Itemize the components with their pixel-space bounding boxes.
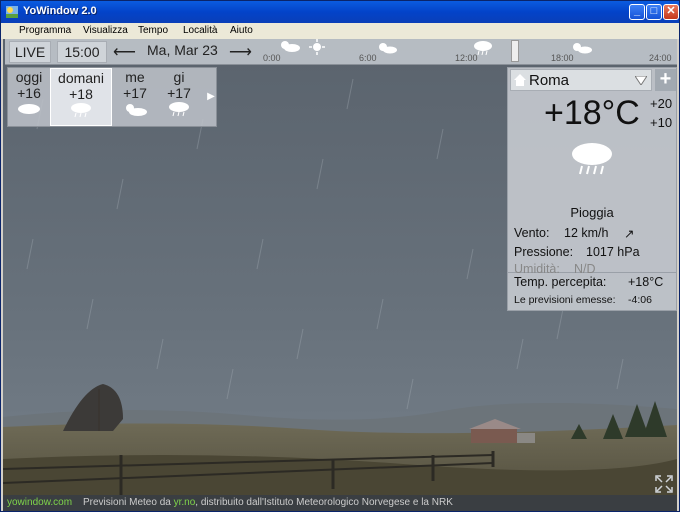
day-temp: +17: [167, 85, 191, 101]
arrow-up-right-icon: ↗: [624, 227, 635, 241]
menu-visualizza[interactable]: Visualizza: [83, 25, 128, 36]
menu-programma[interactable]: Programma: [19, 25, 71, 36]
day-name: domani: [58, 70, 104, 86]
menu-localita[interactable]: Località: [183, 25, 217, 36]
low-temperature: +10: [650, 115, 673, 130]
partly-sunny-icon: [126, 104, 147, 116]
rain-cloud-icon: [572, 143, 612, 175]
maximize-button[interactable]: □: [646, 4, 662, 20]
partly-cloudy-icon: [281, 41, 300, 52]
wind-label: Vento:: [514, 226, 550, 240]
title-bar[interactable]: YoWindow 2.0 _ □ ✕: [1, 1, 679, 23]
day-name: gi: [173, 69, 185, 85]
minimize-button[interactable]: _: [629, 4, 645, 20]
wind-row: Vento: 12 km/h ↗: [514, 226, 634, 241]
time-toolbar: LIVE 15:00 ⟵ Ma, Mar 23 ⟶ 0:00 6:00 12:0…: [5, 39, 677, 65]
attribution-text: Previsioni Meteo da yr.no, distribuito d…: [83, 497, 453, 508]
sun-icon: [309, 39, 325, 55]
attribution-suffix: , distribuito dall'Istituto Meteorologic…: [195, 497, 453, 508]
wind-value: 12 km/h: [564, 226, 609, 240]
live-button[interactable]: LIVE: [9, 41, 51, 63]
fullscreen-icon[interactable]: [655, 475, 673, 493]
forecast-day-domani[interactable]: domani +18: [50, 68, 112, 126]
forecast-day-oggi[interactable]: oggi +16: [8, 68, 50, 126]
attribution-prefix: Previsioni Meteo da: [83, 497, 174, 508]
current-conditions-panel-extra: Temp. percepita: +18°C Le previsioni eme…: [507, 273, 677, 311]
pressure-row: Pressione: 1017 hPa: [514, 245, 640, 259]
timeline-label-24: 24:00: [649, 53, 672, 63]
day-name: oggi: [15, 69, 43, 85]
current-conditions-panel: Roma + +18°C +20 +10 Pioggia Vento: 12 k…: [507, 67, 677, 276]
close-button[interactable]: ✕: [663, 4, 679, 20]
feels-like-value: +18°C: [628, 275, 664, 289]
city-dropdown[interactable]: Roma: [510, 69, 652, 91]
arrow-right-icon[interactable]: ⟶: [229, 42, 252, 62]
forecast-issued-row: Le previsioni emesse: -4:06: [514, 294, 652, 306]
pressure-label: Pressione:: [514, 245, 574, 259]
timeline-label-12: 12:00: [455, 53, 478, 63]
day-timeline[interactable]: 0:00 6:00 12:00 18:00 24:00: [257, 39, 677, 65]
day-temp: +16: [17, 85, 41, 101]
feels-like-label: Temp. percepita:: [514, 275, 607, 289]
cloud-icon: [18, 104, 40, 114]
menu-aiuto[interactable]: Aiuto: [230, 25, 253, 36]
app-window: YoWindow 2.0 _ □ ✕ Programma Visualizza …: [0, 0, 680, 512]
home-icon: [514, 74, 526, 86]
yowindow-logo-icon: [6, 6, 18, 18]
day-name: me: [125, 69, 145, 85]
forecast-day-gi[interactable]: gi +17: [158, 68, 200, 126]
date-label: Ma, Mar 23: [147, 42, 218, 58]
timeline-label-6: 6:00: [359, 53, 377, 63]
yowindow-link[interactable]: yowindow.com: [7, 497, 72, 508]
menu-bar: Programma Visualizza Tempo Località Aiut…: [1, 23, 679, 39]
high-temperature: +20: [650, 96, 673, 111]
day-temp: +17: [123, 85, 147, 101]
forecast-issued-value: -4:06: [628, 294, 652, 306]
forecast-issued-label: Le previsioni emesse:: [514, 294, 616, 306]
pressure-value: 1017 hPa: [586, 245, 640, 259]
arrow-left-icon[interactable]: ⟵: [113, 42, 136, 62]
forecast-strip: oggi +16 domani +18 me +17 gi +17 ▶: [7, 67, 217, 127]
triangle-right-icon[interactable]: ▶: [204, 68, 218, 126]
feels-like-row: Temp. percepita: +18°C: [514, 275, 663, 289]
condition-label: Pioggia: [570, 205, 614, 220]
timeline-label-18: 18:00: [551, 53, 574, 63]
timeline-label-0: 0:00: [263, 53, 281, 63]
city-name: Roma: [529, 72, 570, 89]
current-temperature: +18°C: [544, 94, 640, 132]
chevron-down-icon: [635, 76, 647, 85]
window-title: YoWindow 2.0: [23, 5, 97, 17]
day-temp: +18: [69, 86, 93, 102]
status-bar: yowindow.com Previsioni Meteo da yr.no, …: [3, 495, 677, 511]
weather-view: LIVE 15:00 ⟵ Ma, Mar 23 ⟶ 0:00 6:00 12:0…: [3, 39, 677, 511]
timeline-slider-handle[interactable]: [511, 40, 519, 62]
forecast-day-me[interactable]: me +17: [114, 68, 156, 126]
sun-icon: [379, 43, 397, 54]
rain-cloud-icon: [169, 102, 189, 117]
city-selector-row: Roma +: [508, 68, 676, 92]
yr-link[interactable]: yr.no: [174, 497, 196, 508]
time-display[interactable]: 15:00: [57, 41, 107, 63]
menu-tempo[interactable]: Tempo: [138, 25, 168, 36]
add-location-button[interactable]: +: [655, 69, 676, 91]
rain-cloud-icon: [71, 103, 91, 118]
